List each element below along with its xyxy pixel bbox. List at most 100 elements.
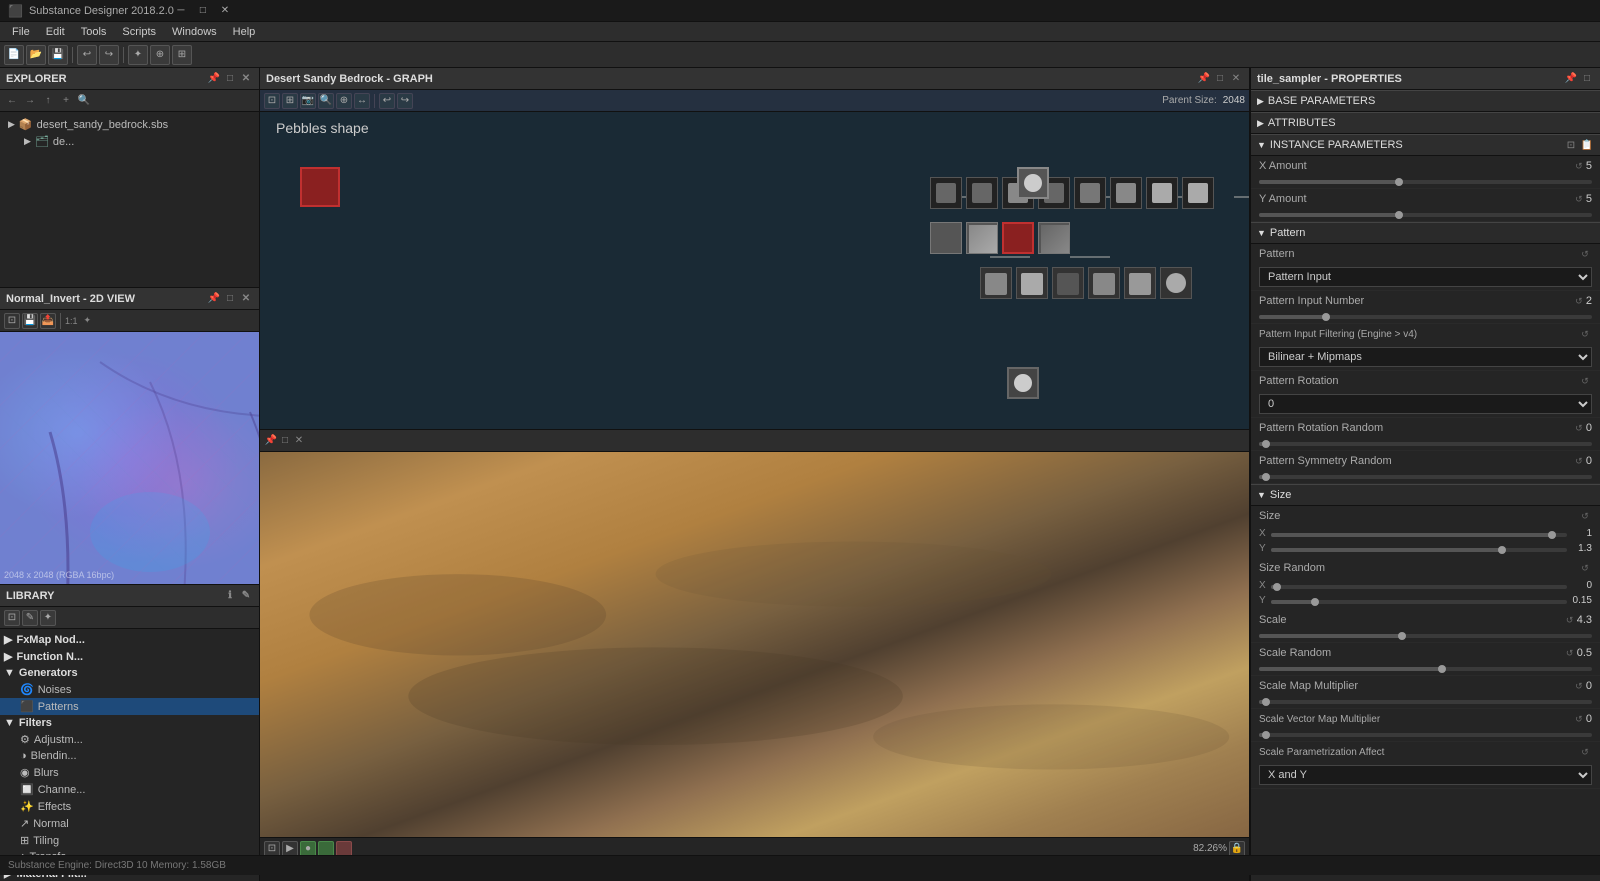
library-info[interactable]: ℹ [223, 589, 237, 603]
scale-map-mult-slider[interactable] [1251, 696, 1600, 709]
node-r1-8[interactable] [1182, 177, 1214, 209]
pattern-input-num-thumb[interactable] [1322, 313, 1330, 321]
y-amount-slider[interactable] [1251, 209, 1600, 222]
node-top-right[interactable] [1017, 167, 1049, 199]
scale-vec-map-slider[interactable] [1251, 729, 1600, 742]
explorer-back[interactable]: ← [4, 93, 20, 109]
titlebar-controls[interactable]: ─ □ ✕ [174, 4, 232, 18]
pattern-rot-rand-reset[interactable]: ↺ [1572, 421, 1586, 435]
size-y-thumb[interactable] [1498, 546, 1506, 554]
explorer-pin[interactable]: 📌 [207, 72, 221, 86]
tool-1[interactable]: ✦ [128, 45, 148, 65]
node-r1-5[interactable] [1074, 177, 1106, 209]
library-settings[interactable]: ✎ [239, 589, 253, 603]
lib-item-fxmap[interactable]: ▶ FxMap Nod... [0, 631, 259, 648]
pattern-reset[interactable]: ↺ [1578, 247, 1592, 261]
pattern-rotation-dropdown[interactable]: 0 [1259, 394, 1592, 414]
node-r1-6[interactable] [1110, 177, 1142, 209]
lib-item-effects[interactable]: ✨ Effects [0, 798, 259, 815]
size-reset[interactable]: ↺ [1578, 509, 1592, 523]
scale-random-thumb[interactable] [1438, 665, 1446, 673]
view2d-pin[interactable]: 📌 [207, 292, 221, 306]
pattern-filtering-reset[interactable]: ↺ [1578, 327, 1592, 341]
y-amount-reset[interactable]: ↺ [1572, 192, 1586, 206]
scale-vec-map-reset[interactable]: ↺ [1572, 712, 1586, 726]
pattern-sym-rand-slider[interactable] [1251, 471, 1600, 484]
scale-reset[interactable]: ↺ [1563, 613, 1577, 627]
node-start[interactable] [300, 167, 340, 207]
lib-item-normal[interactable]: ↗ Normal [0, 815, 259, 832]
size-x-thumb[interactable] [1548, 531, 1556, 539]
graph-controls[interactable]: 📌 □ ✕ [1197, 72, 1243, 86]
explorer-close[interactable]: ✕ [239, 72, 253, 86]
section-size[interactable]: ▼ Size [1251, 484, 1600, 506]
maximize-button[interactable]: □ [196, 4, 210, 18]
node-r1-7[interactable] [1146, 177, 1178, 209]
minimize-button[interactable]: ─ [174, 4, 188, 18]
node-r3-2[interactable] [1016, 267, 1048, 299]
menu-windows[interactable]: Windows [164, 24, 225, 40]
graph-expand[interactable]: □ [1213, 72, 1227, 86]
gt-1[interactable]: ⊡ [264, 93, 280, 109]
node-r3-5[interactable] [1124, 267, 1156, 299]
lib-btn-3[interactable]: ✦ [40, 610, 56, 626]
gt-3[interactable]: 📷 [300, 93, 316, 109]
props-expand[interactable]: □ [1580, 72, 1594, 86]
lib-item-generators[interactable]: ▼ Generators [0, 665, 259, 681]
scale-random-reset[interactable]: ↺ [1563, 646, 1577, 660]
scale-param-reset[interactable]: ↺ [1578, 745, 1592, 759]
node-output[interactable] [1007, 367, 1039, 399]
pattern-rotation-reset[interactable]: ↺ [1578, 374, 1592, 388]
lib-item-filters[interactable]: ▼ Filters [0, 715, 259, 731]
scale-param-dropdown-row[interactable]: X and Y [1251, 762, 1600, 789]
new-button[interactable]: 📄 [4, 45, 24, 65]
view3d-expand[interactable]: □ [278, 434, 292, 448]
section-inst-controls[interactable]: ⊡ 📋 [1564, 138, 1594, 152]
y-amount-thumb[interactable] [1395, 211, 1403, 219]
pattern-sym-rand-reset[interactable]: ↺ [1572, 454, 1586, 468]
node-r2-2[interactable] [966, 222, 998, 254]
inst-copy-btn[interactable]: ⊡ [1564, 138, 1578, 152]
lib-item-blurs[interactable]: ◉ Blurs [0, 764, 259, 781]
node-r3-6[interactable] [1160, 267, 1192, 299]
pattern-input-num-reset[interactable]: ↺ [1572, 294, 1586, 308]
section-pattern[interactable]: ▼ Pattern [1251, 222, 1600, 244]
scale-map-mult-thumb[interactable] [1262, 698, 1270, 706]
undo-button[interactable]: ↩ [77, 45, 97, 65]
menu-tools[interactable]: Tools [73, 24, 115, 40]
lib-item-adjust[interactable]: ⚙ Adjustm... [0, 731, 259, 748]
scale-vec-map-thumb[interactable] [1262, 731, 1270, 739]
graph-close[interactable]: ✕ [1229, 72, 1243, 86]
scale-slider[interactable] [1251, 630, 1600, 643]
explorer-expand[interactable]: □ [223, 72, 237, 86]
section-instance-params[interactable]: ▼ INSTANCE PARAMETERS ⊡ 📋 [1251, 134, 1600, 156]
node-r3-1[interactable] [980, 267, 1012, 299]
explorer-new[interactable]: + [58, 93, 74, 109]
pattern-sym-rand-thumb[interactable] [1262, 473, 1270, 481]
node-r3-3[interactable] [1052, 267, 1084, 299]
pattern-rot-rand-thumb[interactable] [1262, 440, 1270, 448]
section-base-params[interactable]: ▶ BASE PARAMETERS [1251, 90, 1600, 112]
node-r1-2[interactable] [966, 177, 998, 209]
inst-paste-btn[interactable]: 📋 [1580, 138, 1594, 152]
pattern-rotation-dropdown-row[interactable]: 0 [1251, 391, 1600, 418]
explorer-search[interactable]: 🔍 [76, 93, 92, 109]
gt-2[interactable]: ⊞ [282, 93, 298, 109]
lib-btn-2[interactable]: ✎ [22, 610, 38, 626]
view2d-tool-2[interactable]: 💾 [22, 313, 38, 329]
lib-btn-1[interactable]: ⊡ [4, 610, 20, 626]
close-button[interactable]: ✕ [218, 4, 232, 18]
save-button[interactable]: 💾 [48, 45, 68, 65]
graph-pin[interactable]: 📌 [1197, 72, 1211, 86]
scale-map-mult-reset[interactable]: ↺ [1572, 679, 1586, 693]
view2d-controls[interactable]: 📌 □ ✕ [207, 292, 253, 306]
scale-param-dropdown[interactable]: X and Y [1259, 765, 1592, 785]
gt-6[interactable]: ↔ [354, 93, 370, 109]
menu-help[interactable]: Help [225, 24, 264, 40]
size-rand-y-thumb[interactable] [1311, 598, 1319, 606]
view2d-tool-3[interactable]: 📤 [40, 313, 56, 329]
gt-5[interactable]: ⊕ [336, 93, 352, 109]
node-r2-1[interactable] [930, 222, 962, 254]
size-random-reset[interactable]: ↺ [1578, 561, 1592, 575]
menu-edit[interactable]: Edit [38, 24, 73, 40]
